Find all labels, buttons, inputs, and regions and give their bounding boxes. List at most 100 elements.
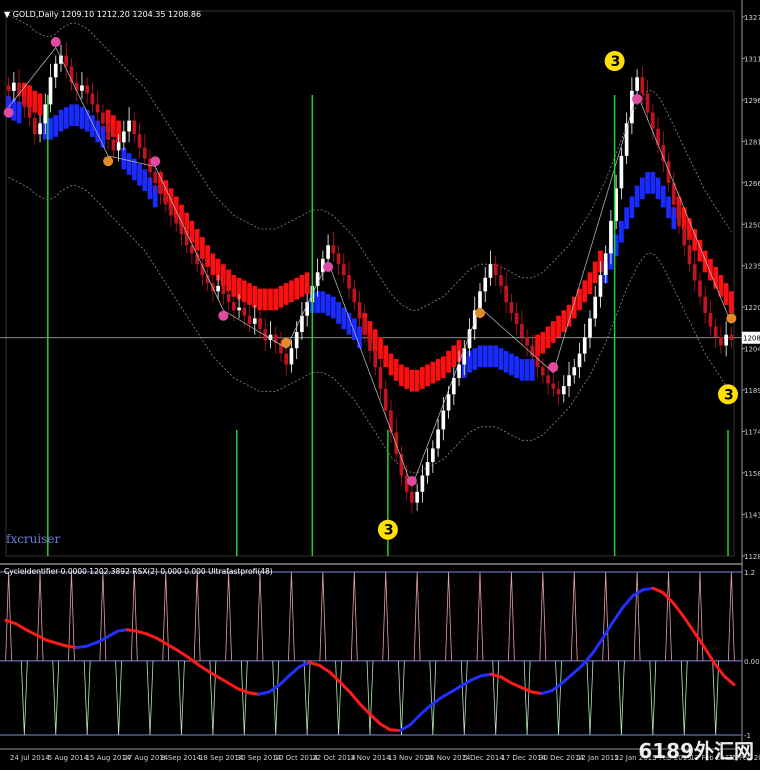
candle-body: [431, 448, 435, 462]
watermark-text: fxcruiser: [6, 532, 61, 546]
cycle-spike: [508, 571, 515, 661]
oscillator-segment: [681, 614, 696, 633]
cycle-spike: [5, 571, 13, 661]
cycle-spike: [602, 571, 610, 661]
oscillator-segment: [135, 629, 150, 636]
site-logo: 6189外汇网: [638, 739, 754, 763]
time-axis-label: 12 Jan 2015: [577, 754, 619, 762]
trend-ribbon-bar: [210, 253, 216, 276]
oscillator-segment: [4, 618, 18, 626]
oscillator-segment: [14, 622, 28, 632]
cycle-spike: [335, 660, 342, 736]
candle-body: [258, 318, 262, 330]
oscillator-segment: [520, 686, 534, 694]
oscillator-segment: [115, 628, 129, 633]
candle-body: [582, 337, 587, 354]
trend-ribbon-bar: [592, 261, 598, 284]
candle-body: [226, 294, 231, 303]
oscillator-segment: [489, 672, 503, 679]
oscillator-segment: [560, 672, 574, 685]
oscillator-segment: [348, 690, 362, 706]
price-tick-label: 1327.25: [744, 14, 760, 22]
candle-body: [598, 275, 603, 297]
oscillator-segment: [156, 637, 170, 647]
cycle-spike: [398, 660, 405, 736]
oscillator-segment: [317, 663, 332, 674]
trend-ribbon-bar: [692, 228, 698, 251]
candle-body: [656, 128, 660, 146]
time-axis-label: 24 Jul 2014: [10, 754, 50, 762]
candle-body: [520, 323, 524, 338]
oscillator-segment: [590, 637, 605, 655]
trend-ribbon-bar: [488, 345, 493, 368]
trend-ribbon-bar: [666, 196, 671, 219]
subwindow-label: CycleIdentifier 0.0000 1202.3892 RSX(2) …: [4, 567, 273, 576]
price-tick-label: 1266.05: [744, 180, 760, 188]
cycle-spike: [130, 571, 138, 661]
trend-ribbon-bar: [304, 272, 310, 295]
trend-ribbon-bar: [624, 207, 629, 229]
candle-body: [488, 264, 493, 278]
oscillator-segment: [388, 728, 402, 733]
cycle-marker-label: 3: [384, 523, 394, 539]
candle-body: [80, 85, 84, 91]
trend-ribbon-bar: [477, 345, 483, 368]
oscillator-segment: [429, 696, 443, 707]
trend-ribbon-bar: [639, 177, 645, 200]
collapse-triangle-icon[interactable]: ▼: [4, 10, 10, 19]
trend-ribbon-bar: [524, 359, 530, 381]
swing-marker: [103, 156, 114, 167]
chart-ohlc: 1209.10 1212.20 1204.35 1208.86: [61, 10, 202, 19]
price-tick-label: 1220.15: [744, 304, 760, 312]
oscillator-segment: [307, 660, 321, 667]
oscillator-segment: [510, 681, 524, 690]
candle-body: [593, 296, 598, 319]
trend-ribbon-bar: [561, 310, 567, 332]
trend-ribbon-bar: [278, 285, 284, 308]
trend-ribbon-bar: [702, 250, 708, 273]
candle-body: [64, 55, 69, 67]
candle-body: [635, 77, 639, 91]
cycle-spike: [492, 660, 500, 736]
trend-ribbon-bar: [587, 272, 593, 295]
trend-ribbon-bar: [509, 353, 514, 376]
candle-body: [645, 93, 650, 113]
candle-body: [493, 264, 498, 276]
price-chart[interactable]: 1327.25 1311.95 1296.65 1281.35 1266.05 1250.…: [0, 0, 760, 770]
trend-ribbon-bar: [451, 345, 457, 368]
oscillator-segment: [722, 674, 736, 687]
candle-body: [116, 142, 121, 151]
cycle-spike: [665, 571, 672, 661]
cycle-spike: [288, 571, 295, 661]
cycle-spike: [429, 660, 437, 736]
trend-ribbon-bar: [409, 369, 415, 392]
current-price-label: 1208.86: [743, 335, 760, 343]
candle-body: [577, 353, 582, 368]
cycle-spike: [712, 660, 720, 736]
candle-body: [436, 429, 440, 449]
candle-body: [373, 350, 378, 368]
candle-body: [352, 288, 357, 303]
trend-ribbon-bar: [493, 345, 499, 368]
candle-body: [43, 104, 48, 124]
candle-body: [389, 410, 393, 433]
oscillator-segment: [570, 663, 584, 676]
oscillator-segment: [671, 601, 685, 618]
cycle-spike: [633, 571, 641, 661]
oscillator-segment: [651, 586, 665, 595]
trend-ribbon-bar: [16, 101, 22, 124]
oscillator-segment: [368, 712, 382, 726]
candle-body: [59, 55, 63, 64]
cycle-spike: [570, 571, 578, 661]
oscillator-level-label: 0.00: [744, 658, 760, 666]
trend-ribbon-bar: [262, 288, 268, 311]
trend-ribbon-bar: [330, 296, 336, 319]
oscillator-segment: [125, 628, 139, 633]
oscillator-segment: [206, 669, 220, 679]
trend-ribbon-bar: [414, 369, 420, 392]
oscillator-segment: [237, 687, 251, 695]
cycle-spike: [413, 571, 421, 661]
trend-ribbon-bar: [79, 107, 85, 129]
oscillator-segment: [540, 689, 554, 696]
trend-ribbon-bar: [660, 185, 666, 208]
